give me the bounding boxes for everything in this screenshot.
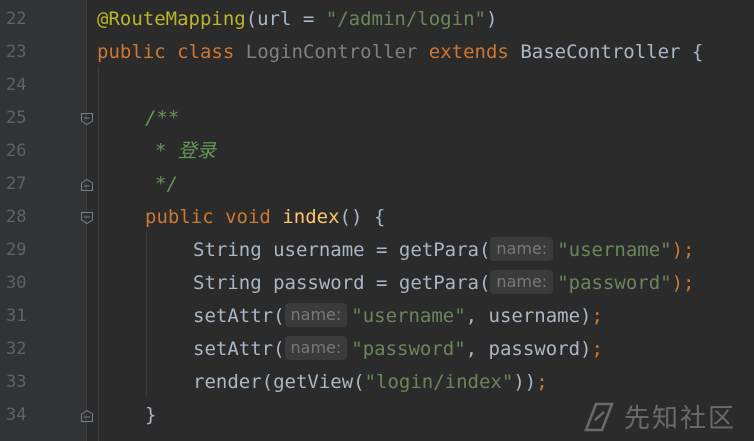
method-name: index [282, 206, 340, 228]
string-literal: "username" [557, 239, 672, 261]
string-literal: "/admin/login" [325, 8, 486, 30]
parameter-hint: name: [490, 237, 554, 261]
code-text[interactable]: setAttr(name: "username", username); [193, 300, 603, 333]
code-line: 25 /** [0, 102, 754, 135]
line-number: 26 [6, 141, 27, 161]
line-number: 34 [6, 405, 27, 425]
doc-comment: */ [155, 173, 178, 195]
xianzhi-logo-icon [584, 402, 614, 431]
line-number: 27 [6, 174, 27, 194]
string-literal: "password" [557, 272, 672, 294]
code-line: 32 setAttr(name: "password", password); [0, 333, 754, 366]
code-text[interactable]: public class LoginController extends Bas… [97, 36, 703, 69]
parameter-hint: name: [284, 336, 348, 360]
line-number: 33 [6, 372, 27, 392]
code-text[interactable]: String password = getPara(name: "password… [193, 267, 694, 300]
code-text[interactable]: String username = getPara(name: "username… [193, 234, 694, 267]
doc-comment: /** [145, 107, 180, 129]
string-literal: "username" [351, 305, 466, 327]
line-number: 24 [6, 75, 27, 95]
keyword: public [145, 206, 214, 228]
code-line: 29 String username = getPara(name: "usern… [0, 234, 754, 267]
string-literal: "login/index" [364, 371, 514, 393]
line-number: 31 [6, 306, 27, 326]
string-literal: "password" [351, 338, 466, 360]
code-line: 27 */ [0, 168, 754, 201]
line-number: 28 [6, 207, 27, 227]
watermark-text: 先知社区 [623, 404, 736, 434]
code-text[interactable]: * 登录 [155, 135, 216, 168]
parameter-hint: name: [284, 303, 348, 327]
keyword: void [225, 206, 271, 228]
line-number: 30 [6, 273, 27, 293]
code-text[interactable]: setAttr(name: "password", password); [193, 333, 603, 366]
code-line: 30 String password = getPara(name: "passw… [0, 267, 754, 300]
code-line: 22 @RouteMapping(url = "/admin/login") [0, 3, 754, 36]
class-name: LoginController [245, 41, 418, 63]
keyword: public [97, 41, 166, 63]
watermark: 先知社区 [582, 398, 736, 435]
fold-close-icon[interactable] [80, 409, 94, 423]
keyword: extends [428, 41, 509, 63]
code-line: 24 [0, 69, 754, 102]
doc-comment: * 登录 [155, 140, 216, 162]
fold-open-icon[interactable] [80, 211, 94, 225]
fold-close-icon[interactable] [80, 178, 94, 192]
line-number: 22 [6, 9, 27, 29]
code-text[interactable]: public void index() { [145, 201, 385, 234]
fold-open-icon[interactable] [80, 112, 94, 126]
code-editor[interactable]: 22 @RouteMapping(url = "/admin/login") 2… [0, 0, 754, 441]
code-line: 31 setAttr(name: "username", username); [0, 300, 754, 333]
code-text[interactable]: */ [155, 168, 178, 201]
code-text[interactable]: @RouteMapping(url = "/admin/login") [97, 3, 497, 36]
line-number: 29 [6, 240, 27, 260]
code-text[interactable]: /** [145, 102, 179, 135]
keyword: class [177, 41, 235, 63]
annotation: @RouteMapping [97, 8, 246, 30]
line-number: 25 [6, 108, 27, 128]
code-line: 28 public void index() { [0, 201, 754, 234]
parameter-hint: name: [490, 270, 554, 294]
code-line: 33 render(getView("login/index")); [0, 366, 754, 399]
code-text[interactable]: } [145, 399, 156, 432]
code-text[interactable]: render(getView("login/index")); [193, 366, 548, 399]
code-line: 23 public class LoginController extends … [0, 36, 754, 69]
base-class: BaseController { [520, 41, 704, 63]
code-line: 26 * 登录 [0, 135, 754, 168]
line-number: 32 [6, 339, 27, 359]
line-number: 23 [6, 42, 27, 62]
